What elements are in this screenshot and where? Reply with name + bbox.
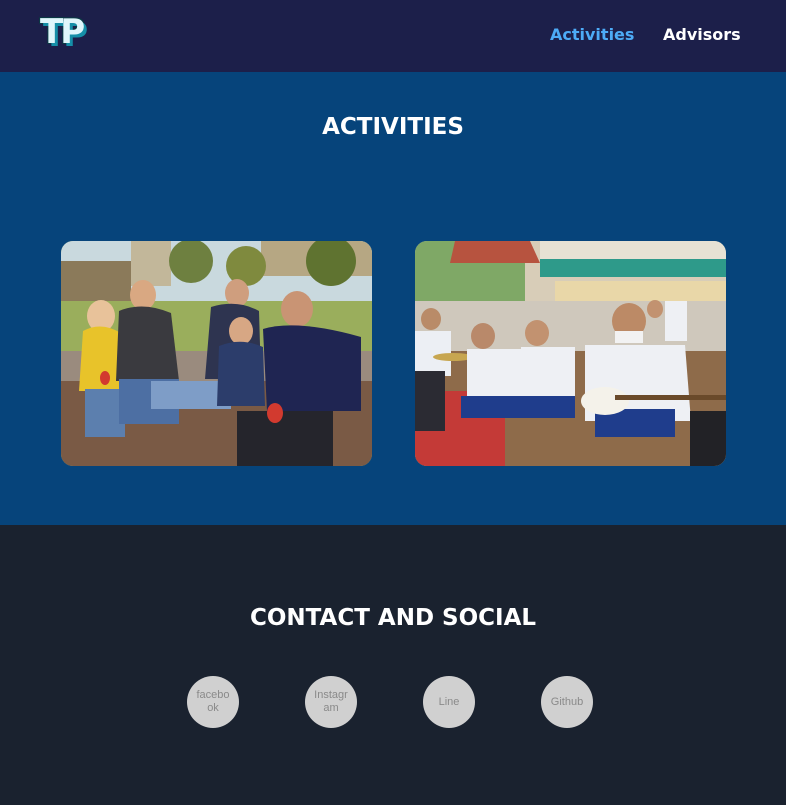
instagram-link[interactable]: Instagram [305, 676, 357, 728]
band-photo-illustration [415, 241, 726, 466]
contact-section: CONTACT AND SOCIAL facebook Instagram Li… [0, 525, 786, 805]
github-link[interactable]: Github [541, 676, 593, 728]
navbar: TP Activities Advisors [0, 0, 786, 72]
contact-title: CONTACT AND SOCIAL [249, 605, 537, 631]
activity-photo-band [415, 241, 726, 466]
activities-title: ACTIVITIES [322, 114, 464, 140]
activities-section: ACTIVITIES [0, 72, 786, 525]
nav-link-advisors[interactable]: Advisors [663, 24, 741, 46]
facebook-link[interactable]: facebook [187, 676, 239, 728]
line-link[interactable]: Line [423, 676, 475, 728]
activity-photo-family [61, 241, 372, 466]
family-photo-illustration [61, 241, 372, 466]
nav-link-activities[interactable]: Activities [550, 24, 634, 46]
logo[interactable]: TP [40, 12, 85, 52]
